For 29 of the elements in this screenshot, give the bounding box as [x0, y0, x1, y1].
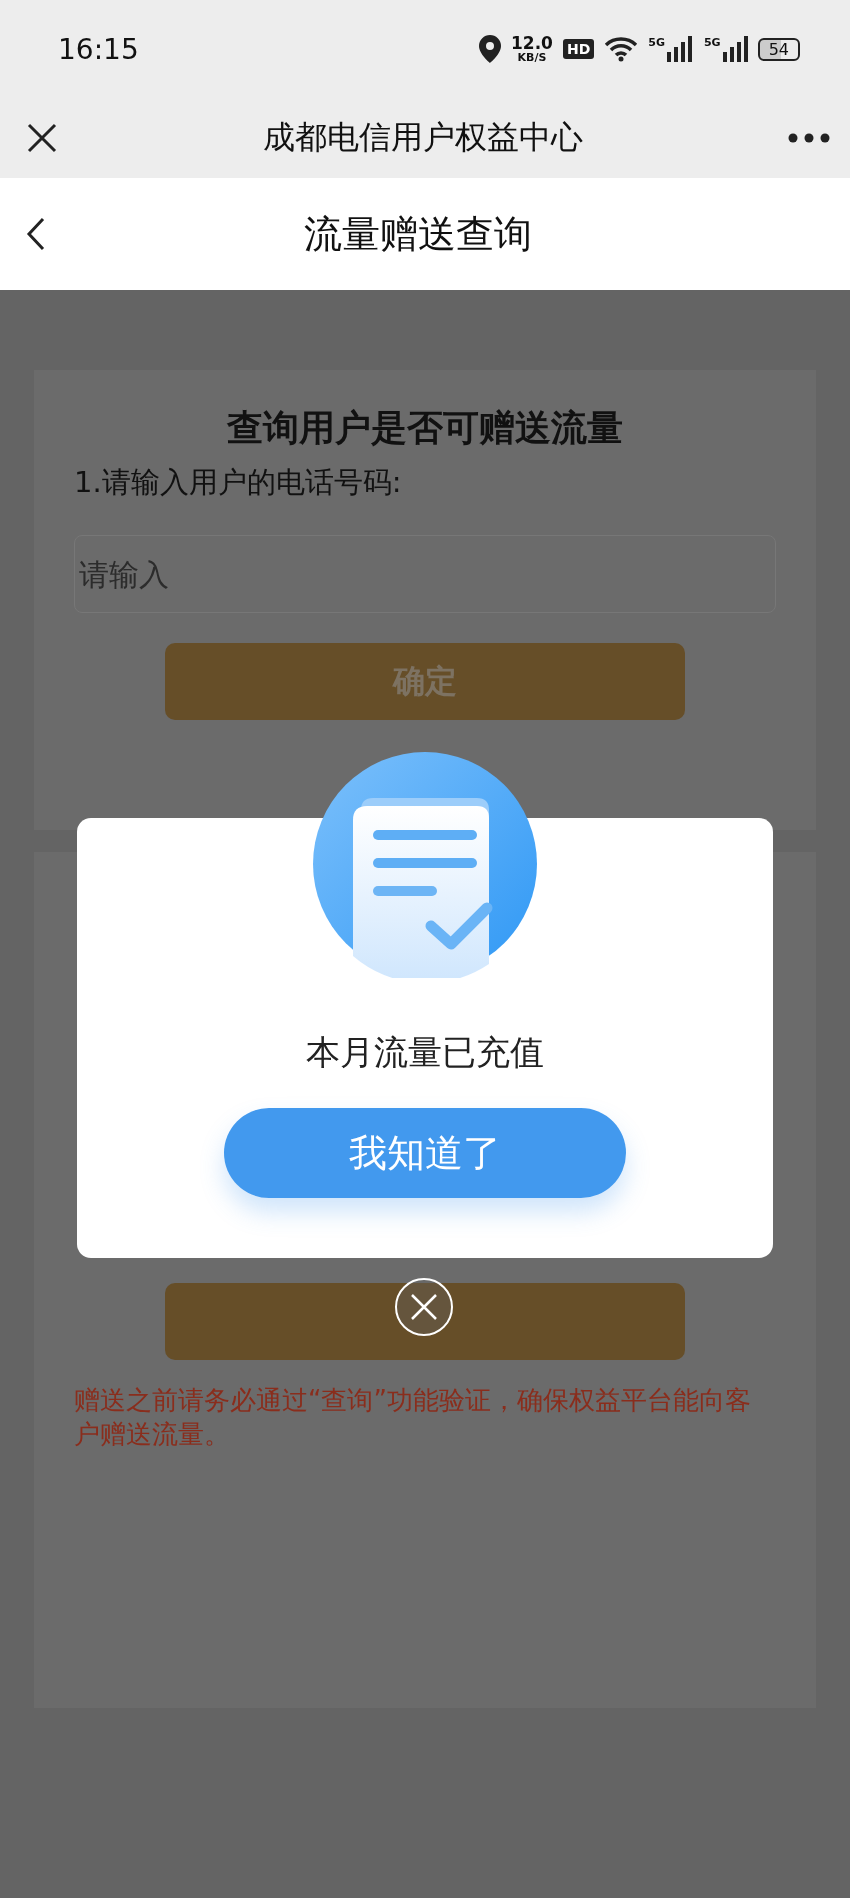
close-icon: [410, 1293, 438, 1321]
phone-label: 1.请输入用户的电话号码:: [74, 464, 403, 501]
card-title: 查询用户是否可赠送流量: [226, 406, 624, 450]
acknowledge-button[interactable]: 我知道了: [224, 1108, 626, 1198]
signal-bars-icon: [721, 36, 748, 62]
page-title: 流量赠送查询: [303, 210, 533, 258]
close-icon: [26, 122, 58, 154]
confirm-button[interactable]: 确定: [165, 643, 685, 720]
app-title: 成都电信用户权益中心: [262, 117, 584, 158]
back-icon: [26, 217, 46, 251]
more-icon: [788, 133, 830, 143]
more-button[interactable]: [788, 133, 830, 143]
network-type: 5G: [648, 36, 665, 49]
phone-input-field[interactable]: 请输入: [74, 535, 776, 613]
dialog-message: 本月流量已充值: [306, 1031, 544, 1074]
signal-bars-icon: [665, 36, 692, 62]
battery-level: 54: [757, 37, 800, 61]
hd-badge: HD: [562, 39, 595, 59]
network-type: 5G: [703, 36, 721, 49]
network-speed: 12.0: [510, 35, 553, 52]
location-pin-icon: [478, 35, 501, 63]
close-button[interactable]: [26, 122, 58, 154]
status-time: 16:15: [58, 32, 140, 66]
dialog-close-button[interactable]: [395, 1278, 453, 1336]
warning-notice: 赠送之前请务必通过“查询”功能验证，确保权益平台能向客户赠送流量。: [74, 1384, 752, 1451]
network-speed-unit: KB/S: [517, 52, 547, 63]
back-button[interactable]: [26, 217, 46, 251]
document-check-icon: [311, 750, 539, 978]
wifi-icon: [604, 36, 639, 62]
